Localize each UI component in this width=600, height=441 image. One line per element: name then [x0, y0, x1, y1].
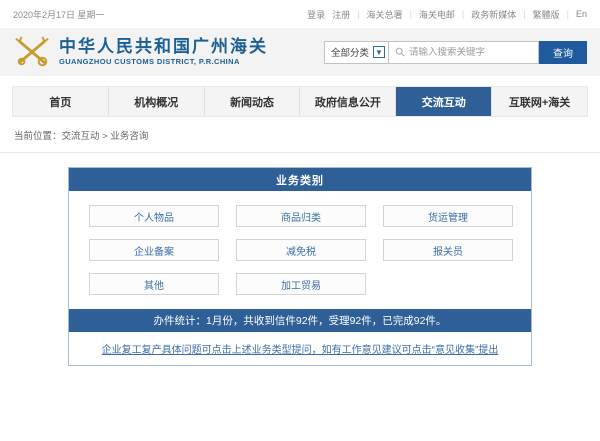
- chevron-down-icon: ▼: [373, 46, 385, 58]
- site-subtitle: GUANGZHOU CUSTOMS DISTRICT, P.R.CHINA: [59, 58, 268, 66]
- category-cargo-management[interactable]: 货运管理: [383, 205, 513, 227]
- category-processing-trade[interactable]: 加工贸易: [236, 273, 366, 295]
- traditional-chinese-link[interactable]: 繁體版: [533, 8, 560, 21]
- notice-wrap: 企业复工复产具体问题可点击上述业务类型提问，如有工作意见建议可点击“意见收集”提…: [69, 332, 531, 365]
- nav-item-internet-customs[interactable]: 互联网+海关: [492, 87, 587, 116]
- nav-wrap: 首页 机构概况 新闻动态 政府信息公开 交流互动 互联网+海关: [0, 76, 600, 117]
- divider: |: [357, 9, 359, 19]
- category-other[interactable]: 其他: [89, 273, 219, 295]
- nav-item-home[interactable]: 首页: [13, 87, 109, 116]
- category-customs-broker[interactable]: 报关员: [383, 239, 513, 261]
- divider: |: [462, 9, 464, 19]
- divider: |: [523, 9, 525, 19]
- site-header: 中华人民共和国广州海关 GUANGZHOU CUSTOMS DISTRICT, …: [0, 28, 600, 76]
- search-icon: [395, 47, 405, 57]
- english-link[interactable]: En: [576, 9, 587, 19]
- category-tax-reduction[interactable]: 减免税: [236, 239, 366, 261]
- stats-bar: 办件统计：1月份，共收到信件92件，受理92件，已完成92件。: [69, 309, 531, 332]
- register-link[interactable]: 注册: [332, 8, 350, 21]
- search-category-select[interactable]: 全部分类 ▼: [324, 41, 389, 64]
- breadcrumb-wrap: 当前位置：交流互动 > 业务咨询: [0, 117, 600, 153]
- nav-item-gov-info[interactable]: 政府信息公开: [300, 87, 396, 116]
- search-box: 全部分类 ▼ 查询: [324, 41, 587, 64]
- breadcrumb: 当前位置：交流互动 > 业务咨询: [14, 131, 148, 142]
- customs-mail-link[interactable]: 海关电邮: [419, 8, 455, 21]
- business-category-panel: 业务类别 个人物品 商品归类 货运管理 企业备案 减免税 报关员 其他 加工贸易…: [68, 167, 532, 366]
- panel-title: 业务类别: [69, 168, 531, 191]
- category-personal-items[interactable]: 个人物品: [89, 205, 219, 227]
- category-enterprise-registration[interactable]: 企业备案: [89, 239, 219, 261]
- login-link[interactable]: 登录: [307, 8, 325, 21]
- site-brand: 中华人民共和国广州海关 GUANGZHOU CUSTOMS DISTRICT, …: [59, 38, 268, 67]
- search-button[interactable]: 查询: [539, 41, 587, 64]
- nav-item-interaction[interactable]: 交流互动: [396, 87, 492, 116]
- search-category-value: 全部分类: [331, 45, 369, 59]
- top-links: 登录 注册 | 海关总署 | 海关电邮 | 政务新媒体 | 繁體版 | En: [300, 8, 587, 21]
- search-field-wrap: [389, 41, 539, 64]
- customs-emblem-icon: [13, 33, 51, 71]
- category-grid: 个人物品 商品归类 货运管理 企业备案 减免税 报关员 其他 加工贸易: [69, 191, 531, 309]
- search-input[interactable]: [409, 47, 532, 58]
- divider: |: [410, 9, 412, 19]
- customs-hq-link[interactable]: 海关总署: [367, 8, 403, 21]
- category-goods-classification[interactable]: 商品归类: [236, 205, 366, 227]
- gov-media-link[interactable]: 政务新媒体: [471, 8, 516, 21]
- current-date: 2020年2月17日 星期一: [13, 8, 105, 21]
- notice-link[interactable]: 企业复工复产具体问题可点击上述业务类型提问，如有工作意见建议可点击“意见收集”提…: [102, 341, 499, 356]
- nav-item-news[interactable]: 新闻动态: [205, 87, 301, 116]
- top-utility-bar: 2020年2月17日 星期一 登录 注册 | 海关总署 | 海关电邮 | 政务新…: [0, 0, 600, 28]
- site-title: 中华人民共和国广州海关: [59, 38, 268, 57]
- divider: |: [567, 9, 569, 19]
- nav-item-org-overview[interactable]: 机构概况: [109, 87, 205, 116]
- main-nav: 首页 机构概况 新闻动态 政府信息公开 交流互动 互联网+海关: [12, 86, 588, 117]
